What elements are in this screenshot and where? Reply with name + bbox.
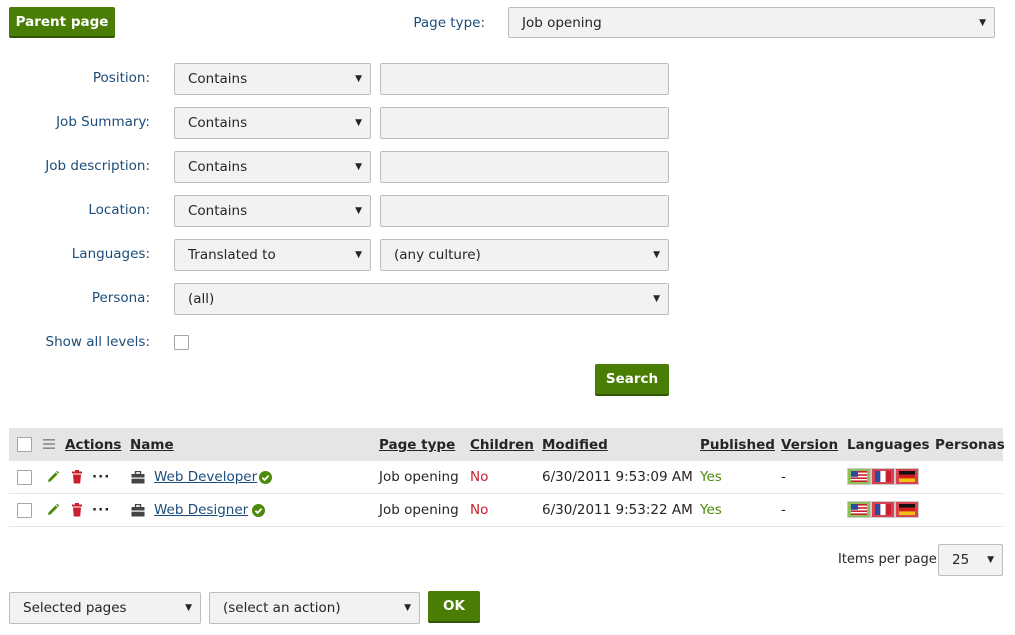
show-all-levels-label: Show all levels: — [45, 334, 150, 350]
ok-button[interactable]: OK — [428, 591, 480, 623]
position-operator-value: Contains — [188, 71, 248, 87]
culture-select[interactable]: (any culture) ▼ — [380, 239, 669, 271]
position-label: Position: — [92, 70, 150, 86]
page-type-icon — [130, 469, 146, 485]
select-all-checkbox[interactable] — [17, 437, 32, 452]
page-type-select[interactable]: Job opening ▼ — [508, 7, 995, 38]
items-per-page-select[interactable]: 25 ▼ — [938, 544, 1003, 576]
items-per-page-value: 25 — [952, 552, 970, 568]
children-cell: No — [470, 502, 489, 518]
mass-action-scope-select[interactable]: Selected pages ▼ — [9, 592, 201, 624]
dropdown-caret-icon: ▼ — [355, 250, 362, 260]
flag-de-icon[interactable] — [895, 468, 919, 485]
page-type-label: Page type: — [413, 15, 485, 31]
flag-fr-icon[interactable] — [871, 468, 895, 485]
column-modified[interactable]: Modified — [542, 437, 608, 453]
location-operator-value: Contains — [188, 203, 248, 219]
language-flags — [847, 501, 919, 518]
column-actions[interactable]: Actions — [65, 437, 121, 453]
dropdown-caret-icon: ▼ — [355, 206, 362, 216]
page-type-value: Job opening — [522, 14, 602, 31]
dropdown-caret-icon: ▼ — [355, 118, 362, 128]
more-actions-icon[interactable]: ··· — [92, 502, 110, 518]
flag-fr-icon[interactable] — [871, 501, 895, 518]
column-version[interactable]: Version — [781, 437, 838, 453]
dropdown-caret-icon: ▼ — [653, 294, 660, 304]
version-cell: - — [781, 502, 786, 518]
column-languages: Languages — [847, 437, 930, 453]
location-input[interactable] — [380, 195, 669, 227]
location-label: Location: — [88, 202, 150, 218]
modified-cell: 6/30/2011 9:53:09 AM — [542, 469, 693, 485]
row-checkbox[interactable] — [17, 503, 32, 518]
dropdown-caret-icon: ▼ — [653, 250, 660, 260]
published-cell: Yes — [700, 469, 722, 485]
job-summary-operator-select[interactable]: Contains ▼ — [174, 107, 371, 139]
job-description-input[interactable] — [380, 151, 669, 183]
page-type-cell: Job opening — [379, 469, 459, 485]
job-summary-operator-value: Contains — [188, 115, 248, 131]
flag-de-icon[interactable] — [895, 501, 919, 518]
dropdown-caret-icon: ▼ — [979, 17, 986, 28]
dropdown-caret-icon: ▼ — [355, 162, 362, 172]
row-divider — [9, 493, 1003, 494]
languages-operator-select[interactable]: Translated to ▼ — [174, 239, 371, 271]
column-menu-icon[interactable] — [41, 437, 57, 451]
version-cell: - — [781, 469, 786, 485]
published-check-icon — [251, 503, 265, 517]
dropdown-caret-icon: ▼ — [185, 603, 192, 613]
dropdown-caret-icon: ▼ — [355, 74, 362, 84]
location-operator-select[interactable]: Contains ▼ — [174, 195, 371, 227]
job-description-label: Job description: — [45, 158, 150, 174]
page-name-link[interactable]: Web Developer — [154, 469, 257, 485]
job-description-operator-value: Contains — [188, 159, 248, 175]
page-type-cell: Job opening — [379, 502, 459, 518]
persona-label: Persona: — [91, 290, 150, 306]
languages-label: Languages: — [71, 246, 150, 262]
job-summary-input[interactable] — [380, 107, 669, 139]
published-cell: Yes — [700, 502, 722, 518]
row-divider — [9, 526, 1003, 527]
more-actions-icon[interactable]: ··· — [92, 469, 110, 485]
position-input[interactable] — [380, 63, 669, 95]
column-page-type[interactable]: Page type — [379, 437, 455, 453]
job-description-operator-select[interactable]: Contains ▼ — [174, 151, 371, 183]
row-checkbox[interactable] — [17, 470, 32, 485]
edit-icon[interactable] — [45, 469, 61, 485]
languages-operator-value: Translated to — [188, 247, 276, 263]
column-published[interactable]: Published — [700, 437, 775, 453]
children-cell: No — [470, 469, 489, 485]
edit-icon[interactable] — [45, 502, 61, 518]
culture-value: (any culture) — [394, 247, 481, 263]
language-flags — [847, 468, 919, 485]
mass-action-select[interactable]: (select an action) ▼ — [209, 592, 420, 624]
mass-action-value: (select an action) — [223, 600, 341, 616]
flag-us-icon[interactable] — [847, 468, 871, 485]
column-personas: Personas — [935, 437, 1005, 453]
page-name-link[interactable]: Web Designer — [154, 502, 248, 518]
persona-value: (all) — [188, 291, 215, 307]
page-type-icon — [130, 502, 146, 518]
items-per-page-label: Items per page — [838, 552, 937, 567]
persona-select[interactable]: (all) ▼ — [174, 283, 669, 315]
delete-icon[interactable] — [69, 469, 85, 485]
dropdown-caret-icon: ▼ — [987, 555, 994, 565]
published-check-icon — [258, 470, 272, 484]
column-name[interactable]: Name — [130, 437, 174, 453]
flag-us-icon[interactable] — [847, 501, 871, 518]
column-children[interactable]: Children — [470, 437, 534, 453]
mass-action-scope-value: Selected pages — [23, 600, 127, 616]
position-operator-select[interactable]: Contains ▼ — [174, 63, 371, 95]
job-summary-label: Job Summary: — [56, 114, 150, 130]
parent-page-button[interactable]: Parent page — [9, 7, 115, 38]
show-all-levels-checkbox[interactable] — [174, 335, 189, 350]
search-button[interactable]: Search — [595, 364, 669, 396]
dropdown-caret-icon: ▼ — [404, 603, 411, 613]
modified-cell: 6/30/2011 9:53:22 AM — [542, 502, 693, 518]
delete-icon[interactable] — [69, 502, 85, 518]
